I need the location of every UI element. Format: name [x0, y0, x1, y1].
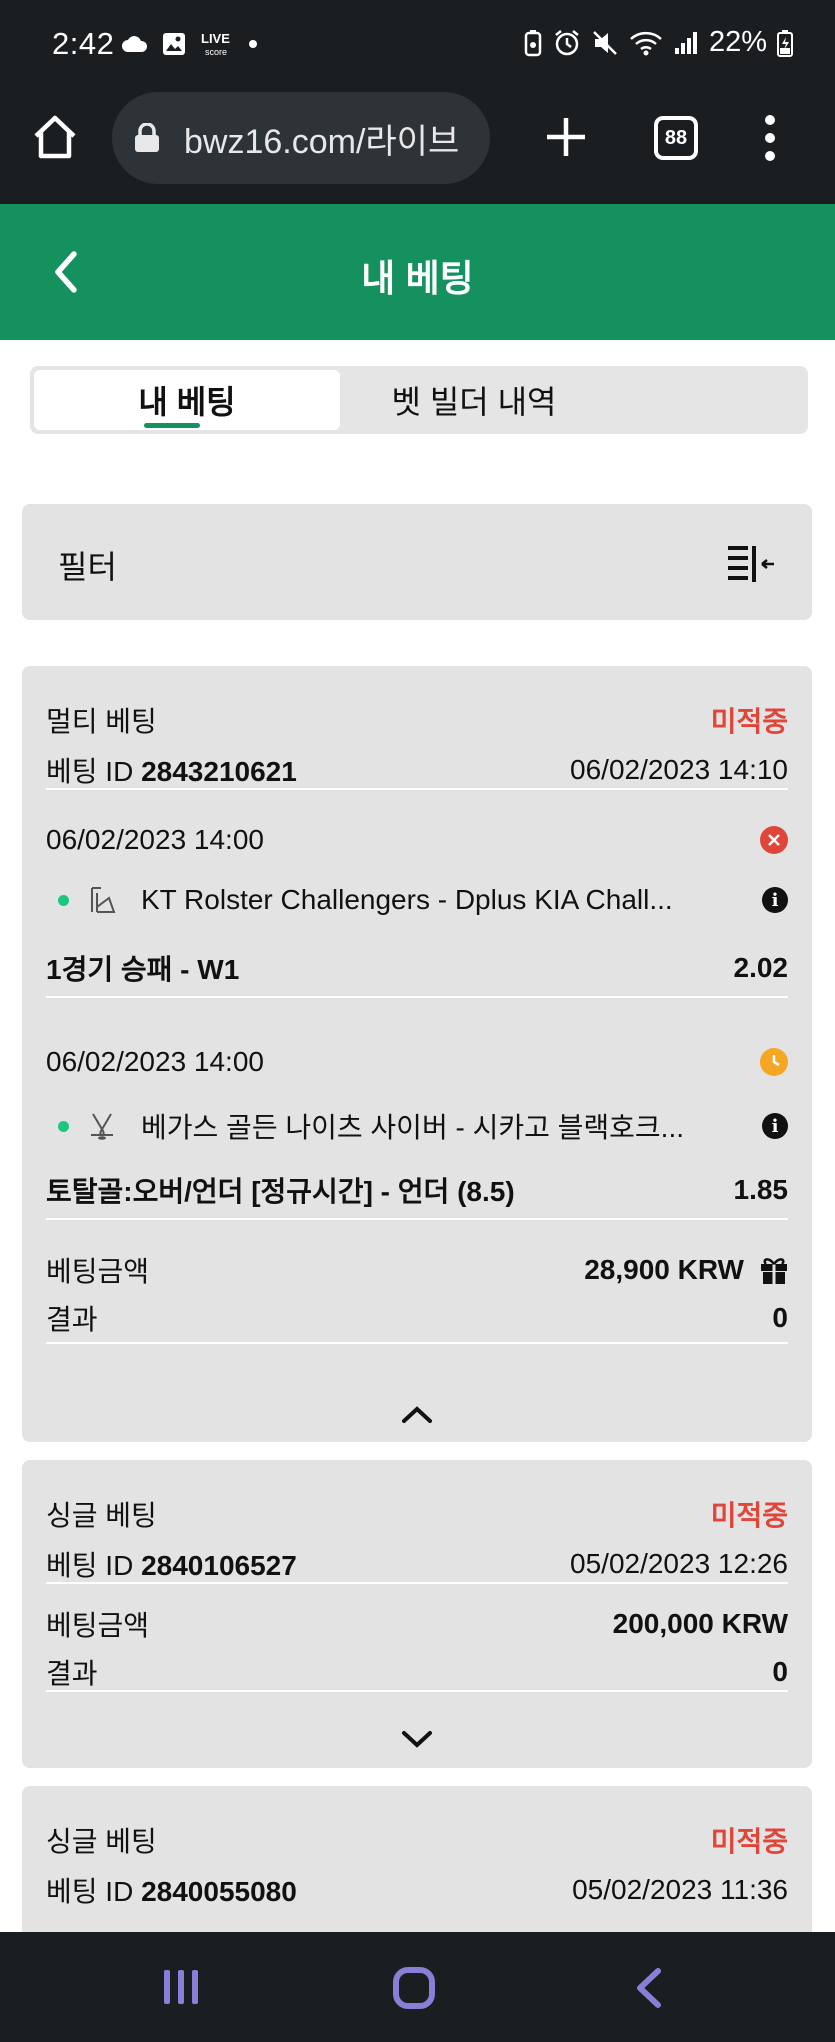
bet-status: 미적중	[710, 1826, 788, 1857]
divider	[46, 1582, 788, 1584]
event-name: KT Rolster Challengers - Dplus KIA Chall…	[141, 884, 673, 915]
result-value: 0	[772, 1656, 788, 1687]
event-name: 베가스 골든 나이츠 사이버 - 시카고 블랙호크...	[141, 1112, 685, 1143]
selection-odds: 2.02	[733, 952, 789, 983]
selection-odds: 1.85	[733, 1174, 789, 1205]
battery-saver-icon	[524, 29, 542, 56]
page-title: 내 베팅	[361, 258, 474, 299]
tab-bar: 내 베팅 벳 빌더 내역	[30, 366, 808, 434]
clock-icon	[760, 1048, 788, 1076]
wifi-icon	[630, 31, 662, 55]
status-time: 2:42	[52, 26, 115, 61]
chevron-down-icon[interactable]	[400, 1730, 434, 1750]
bet-id-line: 베팅 ID 2843210621	[46, 750, 297, 790]
system-nav-bar	[0, 1932, 835, 2042]
bet-card[interactable]: 싱글 베팅 미적중 베팅 ID 2840106527 05/02/2023 12…	[22, 1460, 812, 1768]
live-dot-icon	[58, 1120, 69, 1132]
alarm-icon	[555, 29, 579, 55]
selection-event[interactable]: 베가스 골든 나이츠 사이버 - 시카고 블랙호크... i	[58, 1106, 788, 1146]
bet-type: 멀티 베팅	[46, 706, 157, 737]
bet-id: 2840106527	[141, 1550, 297, 1581]
gallery-icon	[163, 33, 185, 55]
browser-toolbar: bwz16.com/라이브 88	[0, 90, 835, 204]
home-nav-icon[interactable]	[392, 1966, 436, 2010]
bet-status: 미적중	[710, 1500, 788, 1531]
battery-percent: 22%	[708, 26, 767, 58]
bet-id-line: 베팅 ID 2840055080	[46, 1870, 297, 1910]
bet-id: 2840055080	[141, 1876, 297, 1907]
selection-event[interactable]: KT Rolster Challengers - Dplus KIA Chall…	[58, 884, 788, 916]
bet-card[interactable]: 싱글 베팅 미적중 베팅 ID 2840055080 05/02/2023 11…	[22, 1786, 812, 1932]
divider	[46, 1218, 788, 1220]
bet-datetime: 06/02/2023 14:10	[570, 754, 788, 785]
home-icon[interactable]	[30, 112, 80, 162]
lock-icon	[135, 123, 159, 152]
svg-text:LIVE: LIVE	[201, 31, 230, 46]
bet-type: 싱글 베팅	[46, 1500, 157, 1531]
address-bar[interactable]: bwz16.com/라이브	[112, 92, 490, 184]
divider	[46, 788, 788, 790]
divider	[46, 1342, 788, 1344]
bet-id-label: 베팅 ID	[46, 756, 134, 787]
hockey-icon	[91, 1113, 113, 1140]
new-tab-icon[interactable]	[544, 112, 588, 162]
bet-id: 2843210621	[141, 756, 297, 787]
bet-type: 싱글 베팅	[46, 1826, 157, 1857]
bet-datetime: 05/02/2023 11:36	[572, 1874, 788, 1905]
tab-bet-builder-history[interactable]: 벳 빌더 내역	[344, 370, 604, 430]
info-icon[interactable]: i	[762, 887, 788, 913]
divider	[46, 1690, 788, 1692]
result-label: 결과	[46, 1658, 98, 1689]
system-icons: 22%	[523, 26, 793, 59]
tab-my-bets[interactable]: 내 베팅	[34, 370, 340, 430]
url-text: bwz16.com/라이브	[184, 122, 460, 161]
bet-status: 미적중	[710, 706, 788, 737]
bet-id-label: 베팅 ID	[46, 1876, 134, 1907]
result-label: 결과	[46, 1304, 98, 1335]
filter-bar[interactable]: 필터	[22, 504, 812, 620]
live-dot-icon	[58, 894, 69, 906]
cloud-icon	[122, 36, 148, 52]
gift-icon	[761, 1258, 787, 1284]
cross-circle-icon	[760, 826, 788, 854]
info-icon[interactable]: i	[762, 1113, 788, 1139]
selection-datetime: 06/02/2023 14:00	[46, 1046, 264, 1077]
stake-amount: 28,900 KRW	[584, 1254, 744, 1285]
battery-charging-icon	[777, 29, 793, 57]
result-value: 0	[772, 1302, 788, 1333]
bet-card[interactable]: 멀티 베팅 미적중 베팅 ID 2843210621 06/02/2023 14…	[22, 666, 812, 1442]
stake-label: 베팅금액	[46, 1256, 150, 1287]
stake-amount: 200,000 KRW	[612, 1608, 788, 1639]
svg-text:score: score	[205, 47, 227, 57]
chevron-up-icon[interactable]	[400, 1404, 434, 1424]
bet-id-line: 베팅 ID 2840106527	[46, 1544, 297, 1584]
signal-icon	[674, 31, 697, 54]
filter-list-icon[interactable]	[726, 544, 776, 584]
livescore-icon: LIVEscore	[201, 31, 230, 57]
bet-datetime: 05/02/2023 12:26	[570, 1548, 788, 1579]
selection-market: 1경기 승패 - W1	[46, 954, 240, 985]
notification-icons: LIVE score	[122, 30, 258, 58]
bet-id-label: 베팅 ID	[46, 1550, 134, 1581]
tab-switcher-button[interactable]: 88	[654, 116, 698, 160]
mute-icon	[593, 30, 617, 55]
status-bar: 2:42 LIVE score 22%	[0, 0, 835, 90]
divider	[46, 996, 788, 998]
page-header: 내 베팅	[0, 204, 835, 340]
tab-count: 88	[664, 126, 688, 149]
back-nav-icon[interactable]	[630, 1966, 670, 2010]
stake-label: 베팅금액	[46, 1610, 150, 1641]
selection-datetime: 06/02/2023 14:00	[46, 824, 264, 855]
esports-icon	[91, 887, 116, 913]
selection-market: 토탈골:오버/언더 [정규시간] - 언더 (8.5)	[46, 1176, 515, 1207]
more-notifications-dot	[249, 40, 257, 48]
more-menu-icon[interactable]	[760, 114, 780, 162]
filter-label: 필터	[58, 549, 117, 585]
recent-apps-icon[interactable]	[160, 1966, 202, 2008]
